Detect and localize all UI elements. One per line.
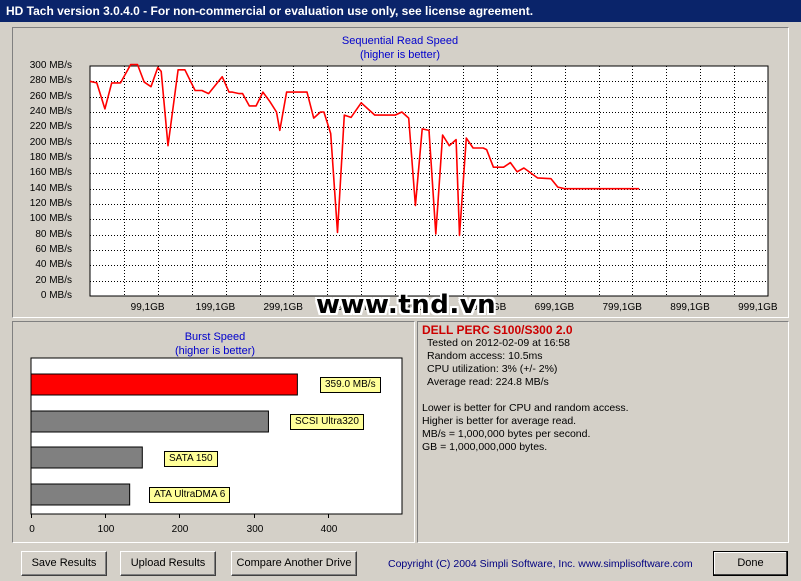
info-note: MB/s = 1,000,000 bytes per second. (422, 428, 591, 440)
burst-bar (30, 446, 143, 469)
info-note: Higher is better for average read. (422, 415, 577, 427)
burst-bar (30, 483, 131, 506)
average-read-text: Average read: 224.8 MB/s (427, 376, 549, 388)
done-button[interactable]: Done (713, 551, 788, 576)
burst-bar (30, 410, 269, 433)
random-access-text: Random access: 10.5ms (427, 350, 543, 362)
burst-bar-label: SATA 150 (164, 451, 218, 467)
upload-results-button[interactable]: Upload Results (120, 551, 216, 576)
cpu-utilization-text: CPU utilization: 3% (+/- 2%) (427, 363, 558, 375)
info-note: Lower is better for CPU and random acces… (422, 402, 629, 414)
save-results-button[interactable]: Save Results (21, 551, 107, 576)
burst-bar-label: SCSI Ultra320 (290, 414, 364, 430)
tested-on-text: Tested on 2012-02-09 at 16:58 (427, 337, 571, 349)
burst-x-tick: 300 (246, 524, 264, 535)
burst-bar (30, 373, 298, 396)
burst-bar-label: ATA UltraDMA 6 (149, 487, 231, 503)
burst-x-tick: 0 (29, 524, 35, 535)
info-note: GB = 1,000,000,000 bytes. (422, 441, 548, 453)
compare-another-drive-button[interactable]: Compare Another Drive (231, 551, 357, 576)
burst-bar-label: 359.0 MB/s (320, 377, 381, 393)
burst-x-tick: 200 (171, 524, 189, 535)
copyright-text: Copyright (C) 2004 Simpli Software, Inc.… (388, 558, 693, 570)
burst-x-tick: 100 (97, 524, 115, 535)
drive-name: DELL PERC S100/S300 2.0 (422, 323, 573, 337)
burst-x-tick: 400 (320, 524, 338, 535)
